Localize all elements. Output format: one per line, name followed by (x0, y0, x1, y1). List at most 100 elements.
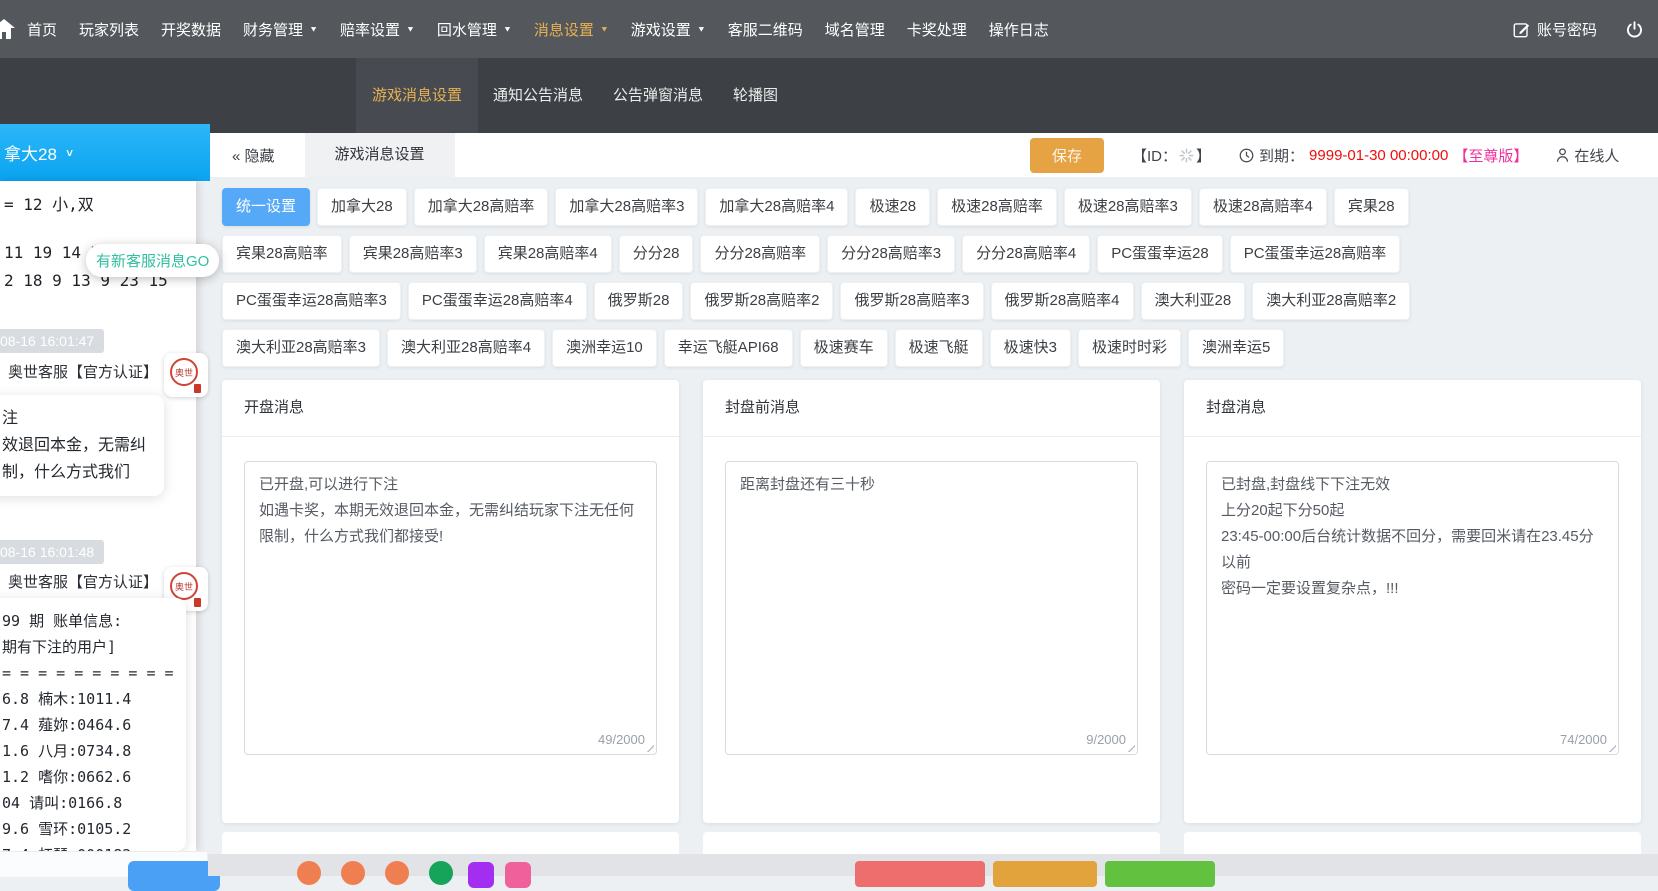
nav-item[interactable]: 操作日志 (978, 19, 1060, 40)
game-tab-button[interactable]: 统一设置 (222, 188, 310, 226)
collapse-sidebar-button[interactable]: « 隐藏 (232, 145, 275, 166)
chevron-down-icon: ▼ (503, 25, 512, 33)
game-tab-button[interactable]: 极速28高赔率3 (1064, 188, 1192, 226)
game-tab-button[interactable]: 宾果28高赔率3 (349, 235, 477, 273)
game-tab-button[interactable]: 澳大利亚28高赔率3 (222, 329, 380, 367)
panel-body: 已封盘,封盘线下下注无效 上分20起下分50起 23:45-00:00后台统计数… (1184, 437, 1641, 755)
nav-item[interactable]: 客服二维码 (717, 19, 814, 40)
game-tab-button[interactable]: 宾果28 (1334, 188, 1409, 226)
game-tab-button[interactable]: 分分28高赔率 (700, 235, 820, 273)
chat-message-line: = = = = = = = = = = (2, 660, 176, 686)
message-textarea[interactable]: 已封盘,封盘线下下注无效 上分20起下分50起 23:45-00:00后台统计数… (1206, 461, 1619, 755)
game-tab-button[interactable]: 幸运飞艇API68 (664, 329, 793, 367)
chat-message-line: 1.6 八月:0734.8 (2, 738, 176, 764)
game-tab-button[interactable]: 澳洲幸运10 (552, 329, 657, 367)
chat-message-line: 注 (2, 405, 154, 432)
game-tab-button[interactable]: 俄罗斯28高赔率3 (840, 282, 983, 320)
game-tab-button[interactable]: 分分28高赔率3 (827, 235, 955, 273)
game-tab-button[interactable]: 宾果28高赔率 (222, 235, 342, 273)
game-tabs-grid: 统一设置 加拿大28 加拿大28高赔率 加拿大28高赔率3 加拿大28高赔率4 … (208, 177, 1658, 377)
game-tab-button[interactable]: 俄罗斯28高赔率4 (991, 282, 1134, 320)
message-textarea[interactable]: 已开盘,可以进行下注 如遇卡奖，本期无效退回本金，无需纠结玩家下注无任何限制，什… (244, 461, 657, 755)
seal-icon (194, 598, 201, 607)
game-tab-button[interactable]: PC蛋蛋幸运28高赔率3 (222, 282, 401, 320)
chat-message-line: 7.4 薤妳:0464.6 (2, 712, 176, 738)
home-icon[interactable] (0, 18, 16, 40)
footer-action-button[interactable] (855, 861, 985, 887)
chat-sender-name: 奥世客服【官方认证】 (8, 571, 158, 592)
game-tab-button[interactable]: 澳大利亚28 (1141, 282, 1246, 320)
save-button[interactable]: 保存 (1030, 138, 1104, 173)
nav-item[interactable]: 消息设置 ▼ (523, 19, 620, 40)
new-message-toast[interactable]: 有新客服消息GO (86, 244, 219, 277)
account-password-button[interactable]: 账号密码 (1513, 19, 1597, 40)
nav-item[interactable]: 财务管理 ▼ (232, 19, 329, 40)
nav-item[interactable]: 域名管理 (814, 19, 896, 40)
panel-title: 封盘消息 (1184, 380, 1641, 437)
emoji-icon[interactable] (468, 862, 494, 888)
draw-result-line: = 12 小,双 (4, 191, 94, 215)
game-tab-button[interactable]: 极速飞艇 (895, 329, 983, 367)
subnav-tab[interactable]: 轮播图 (733, 58, 778, 133)
game-tab-button[interactable]: 极速28高赔率4 (1199, 188, 1327, 226)
footer-action-button[interactable] (993, 861, 1097, 887)
nav-item[interactable]: 卡奖处理 (896, 19, 978, 40)
expiry-label: 到期： (1259, 145, 1304, 166)
emoji-icon[interactable] (505, 862, 531, 888)
chat-message-line: 制，什么方式我们 (2, 459, 154, 486)
spinner-icon (1179, 148, 1194, 163)
game-tab-button[interactable]: 极速28高赔率 (937, 188, 1057, 226)
nav-item[interactable]: 回水管理 ▼ (426, 19, 523, 40)
subnav-tab[interactable]: 公告弹窗消息 (613, 58, 703, 133)
game-tab-button[interactable]: 极速28 (855, 188, 930, 226)
nav-item[interactable]: 游戏设置 ▼ (620, 19, 717, 40)
chat-message-line: 99 期 账单信息: (2, 608, 176, 634)
chat-message-line: 04 请叫:0166.8 (2, 790, 176, 816)
nav-item[interactable]: 赔率设置 ▼ (329, 19, 426, 40)
footer-action-button[interactable] (1105, 861, 1215, 887)
nav-item[interactable]: 开奖数据 (150, 19, 232, 40)
emoji-icon[interactable] (429, 861, 453, 885)
chat-message-line: 1.2 嗜你:0662.6 (2, 764, 176, 790)
emoji-icon[interactable] (297, 861, 321, 885)
avatar: 奥世 (164, 353, 208, 397)
tab-game-message-settings[interactable]: 游戏消息设置 (305, 133, 455, 177)
game-tab-button[interactable]: 分分28 (619, 235, 694, 273)
subnav-tab[interactable]: 游戏消息设置 (356, 58, 478, 133)
emoji-icon[interactable] (341, 861, 365, 885)
game-tab-button[interactable]: 极速时时彩 (1078, 329, 1181, 367)
emoji-icon[interactable] (385, 861, 409, 885)
clock-icon (1239, 148, 1254, 163)
subnav-tab[interactable]: 通知公告消息 (493, 58, 583, 133)
chat-header[interactable]: 拿大28 ∨ (0, 124, 210, 181)
message-textarea[interactable]: 距离封盘还有三十秒 (725, 461, 1138, 755)
game-tab-button[interactable]: 加拿大28 (317, 188, 407, 226)
game-tab-button[interactable]: 澳大利亚28高赔率2 (1252, 282, 1410, 320)
top-nav-items: 首页 玩家列表 开奖数据 财务管理 ▼ 赔率设置 ▼ (16, 0, 1060, 58)
game-tab-button[interactable]: 分分28高赔率4 (962, 235, 1090, 273)
game-tab-button[interactable]: 俄罗斯28 (594, 282, 684, 320)
game-tab-button[interactable]: 极速快3 (990, 329, 1071, 367)
game-tab-button[interactable]: PC蛋蛋幸运28高赔率4 (408, 282, 587, 320)
chat-bubble: 注效退回本金，无需纠制，什么方式我们 (0, 395, 164, 496)
game-tab-button[interactable]: PC蛋蛋幸运28高赔率 (1230, 235, 1401, 273)
nav-item-label: 操作日志 (989, 19, 1049, 40)
chat-body: = 12 小,双 11 19 14 7 1 2 18 9 13 9 23 15 … (0, 181, 196, 851)
nav-item[interactable]: 首页 (16, 19, 68, 40)
game-tab-button[interactable]: 加拿大28高赔率3 (555, 188, 698, 226)
message-panel: 开盘消息 已开盘,可以进行下注 如遇卡奖，本期无效退回本金，无需纠结玩家下注无任… (222, 380, 679, 823)
toolbar-right: 保存 【ID： 】 到期： 9999-01-30 00:00:00 【至尊版】 … (1030, 133, 1619, 177)
game-tab-button[interactable]: PC蛋蛋幸运28 (1097, 235, 1223, 273)
nav-item[interactable]: 玩家列表 (68, 19, 150, 40)
power-icon[interactable] (1625, 20, 1644, 39)
game-tab-button[interactable]: 澳洲幸运5 (1188, 329, 1284, 367)
game-tab-button[interactable]: 极速赛车 (800, 329, 888, 367)
game-tab-button[interactable]: 加拿大28高赔率4 (705, 188, 848, 226)
game-tab-button[interactable]: 澳大利亚28高赔率4 (387, 329, 545, 367)
game-tab-button[interactable]: 宾果28高赔率4 (484, 235, 612, 273)
send-button[interactable] (128, 861, 220, 891)
online-count: 在线人 (1556, 145, 1619, 166)
game-tab-button[interactable]: 俄罗斯28高赔率2 (690, 282, 833, 320)
game-tab-button[interactable]: 加拿大28高赔率 (414, 188, 549, 226)
message-panel: 封盘前消息 距离封盘还有三十秒 9/2000 (703, 380, 1160, 823)
